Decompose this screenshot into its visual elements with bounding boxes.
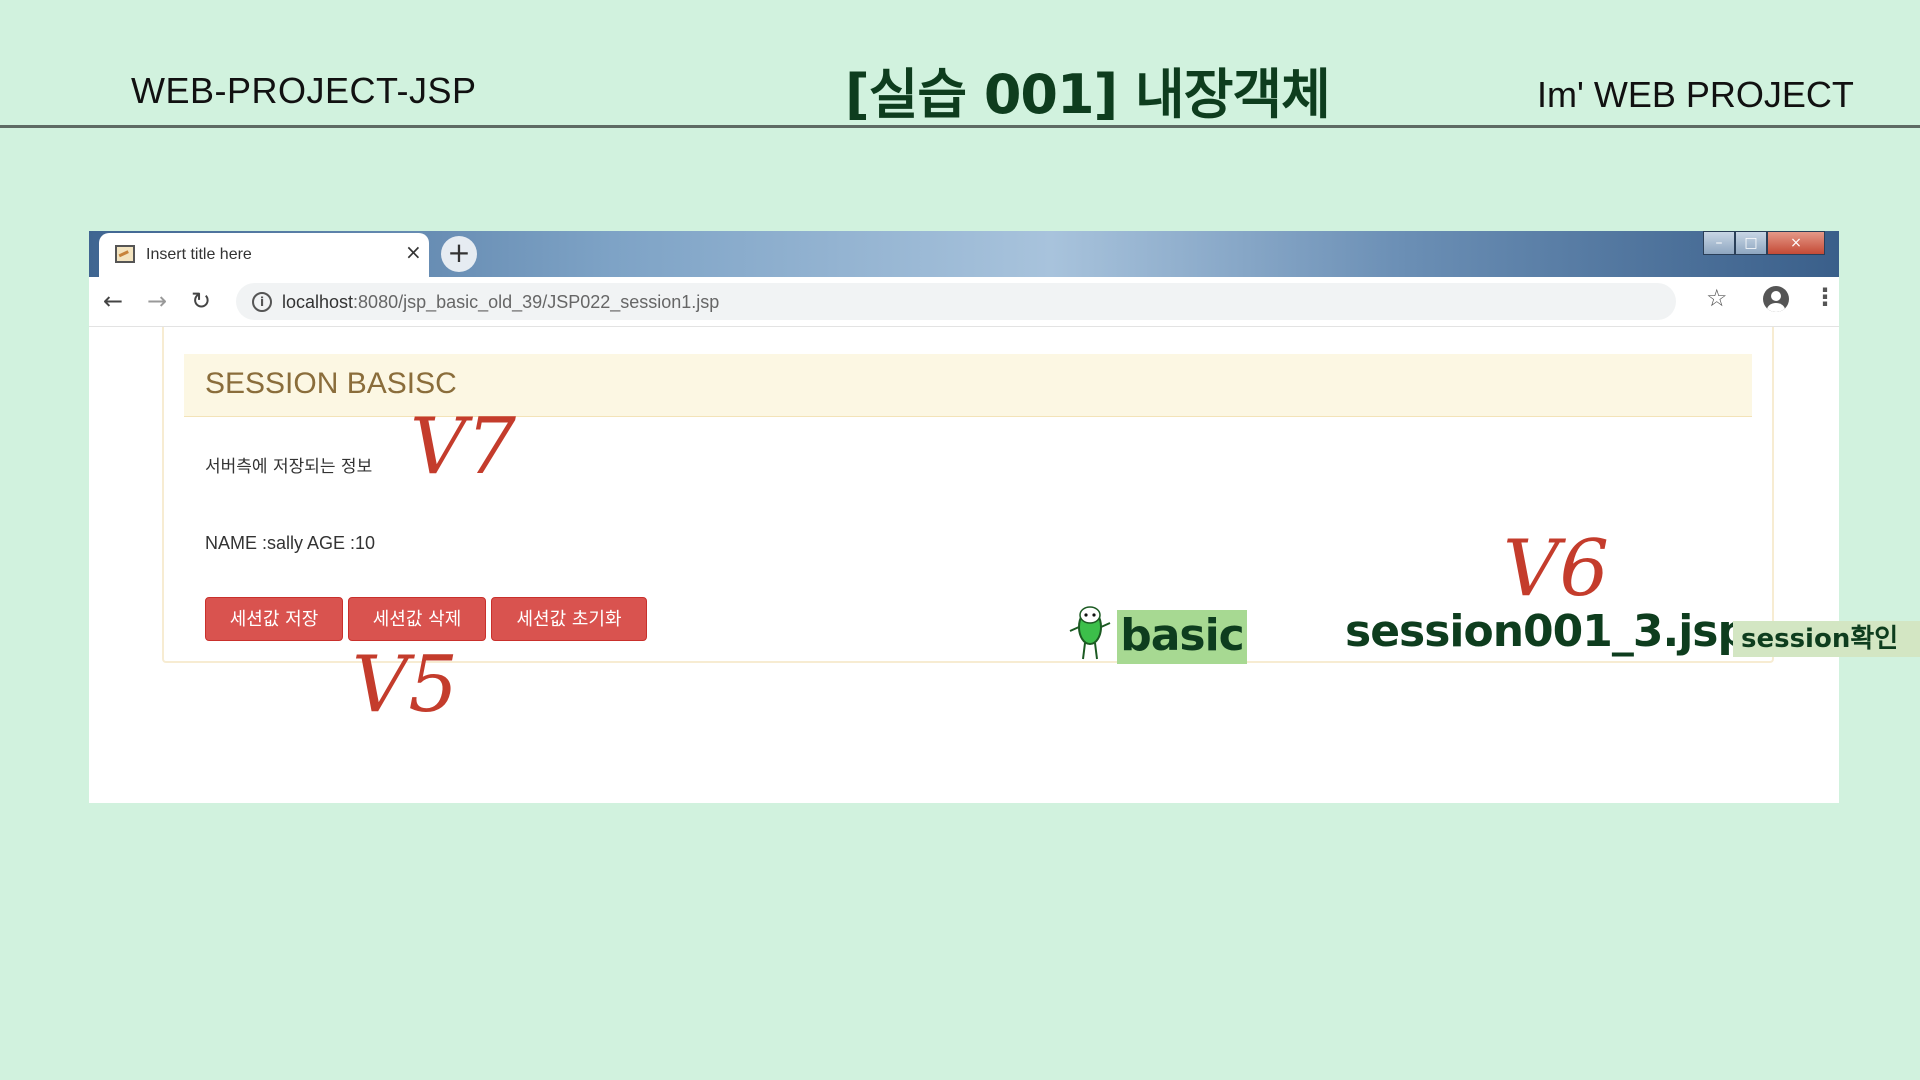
minimize-button[interactable]: – — [1703, 231, 1735, 255]
basic-label: basic — [1117, 610, 1247, 664]
annotation-v5: V5 — [352, 640, 458, 730]
maximize-button[interactable]: □ — [1735, 231, 1767, 255]
tab-insert-title[interactable]: Insert title here × — [99, 233, 429, 277]
reset-session-button[interactable]: 세션값 초기화 — [491, 597, 647, 641]
tab-title: Insert title here — [146, 246, 252, 263]
address-bar[interactable]: i localhost:8080/jsp_basic_old_39/JSP022… — [236, 283, 1676, 320]
new-tab-button[interactable]: + — [441, 236, 477, 272]
browser-toolbar: ← → ↻ i localhost:8080/jsp_basic_old_39/… — [89, 277, 1839, 327]
favicon-icon — [115, 245, 135, 263]
annotation-v6: V6 — [1503, 524, 1609, 614]
slide-left-title: WEB-PROJECT-JSP — [131, 70, 477, 111]
session-check-label: session확인 — [1733, 621, 1920, 657]
account-icon[interactable] — [1763, 286, 1789, 312]
session-file-label: session001_3.jsp — [1345, 606, 1749, 657]
info-icon[interactable]: i — [252, 292, 272, 312]
mascot-icon — [1069, 606, 1111, 660]
menu-kebab-icon[interactable]: ⋮ — [1813, 285, 1837, 309]
slide-center-title: [실습 001] 내장객체 — [845, 63, 1331, 126]
window-controls: – □ × — [1703, 231, 1839, 256]
delete-session-button[interactable]: 세션값 삭제 — [348, 597, 486, 641]
forward-arrow-icon[interactable]: → — [147, 289, 167, 313]
url-text: localhost:8080/jsp_basic_old_39/JSP022_s… — [282, 292, 719, 313]
bookmark-star-icon[interactable]: ☆ — [1706, 286, 1728, 310]
tab-close-icon[interactable]: × — [405, 242, 422, 262]
annotation-v7: V7 — [410, 402, 516, 492]
tab-bar: Insert title here × + – □ × — [89, 231, 1839, 277]
url-path: :8080/jsp_basic_old_39/JSP022_session1.j… — [353, 292, 720, 312]
name-age-text: NAME :sally AGE :10 — [205, 533, 376, 553]
close-window-button[interactable]: × — [1767, 231, 1825, 255]
save-session-button[interactable]: 세션값 저장 — [205, 597, 343, 641]
header-divider — [0, 125, 1920, 128]
reload-icon[interactable]: ↻ — [191, 289, 211, 313]
session-description: 서버측에 저장되는 정보 — [205, 457, 373, 477]
back-arrow-icon[interactable]: ← — [103, 289, 123, 313]
url-host: localhost — [282, 292, 354, 312]
panel-title: SESSION BASISC — [205, 367, 457, 400]
slide-right-title: Im' WEB PROJECT — [1537, 74, 1854, 115]
